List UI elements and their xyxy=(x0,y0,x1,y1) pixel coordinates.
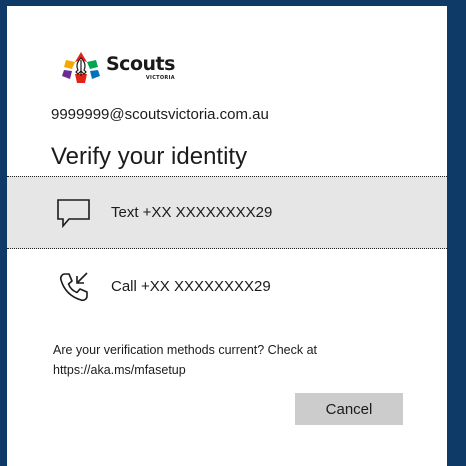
mfa-setup-note: Are your verification methods current? C… xyxy=(53,340,373,380)
scouts-logo: Scouts VICTORIA xyxy=(58,50,175,86)
phone-call-icon xyxy=(55,268,93,306)
message-icon xyxy=(55,194,93,232)
verify-option-label: Text +XX XXXXXXXX29 xyxy=(111,204,273,221)
logo-wordmark: Scouts xyxy=(106,53,175,75)
note-text: Are your verification methods current? C… xyxy=(53,343,318,357)
cancel-button[interactable]: Cancel xyxy=(295,393,403,425)
mfa-setup-link[interactable]: https://aka.ms/mfasetup xyxy=(53,360,373,380)
verify-option-label: Call +XX XXXXXXXX29 xyxy=(111,278,271,295)
verify-option-text[interactable]: Text +XX XXXXXXXX29 xyxy=(7,176,447,249)
account-email: 9999999@scoutsvictoria.com.au xyxy=(51,106,269,123)
scouts-emblem-icon xyxy=(62,52,100,83)
logo-subtitle: VICTORIA xyxy=(145,75,175,81)
sign-in-card: Scouts VICTORIA 9999999@scoutsvictoria.c… xyxy=(7,6,447,466)
page-title: Verify your identity xyxy=(51,143,248,170)
verify-option-call[interactable]: Call +XX XXXXXXXX29 xyxy=(7,250,447,323)
